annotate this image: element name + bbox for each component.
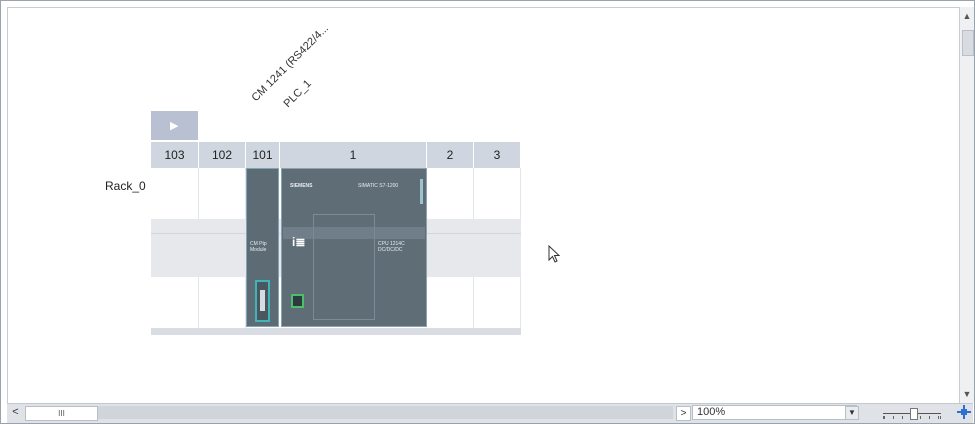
scroll-left-button[interactable]: <: [9, 406, 22, 419]
ethernet-port-icon: [291, 294, 304, 308]
io-logo-icon: i≣: [292, 235, 306, 249]
scroll-right-button[interactable]: >: [676, 406, 691, 421]
scroll-down-icon[interactable]: ▼: [962, 389, 972, 399]
slot-header-101[interactable]: 101: [246, 142, 280, 168]
zoom-slider[interactable]: [875, 407, 945, 420]
slot-header-3[interactable]: 3: [474, 142, 521, 168]
status-bar: < III > 100% ▼: [7, 403, 973, 423]
vertical-scrollbar[interactable]: ▲ ▼: [959, 7, 974, 403]
slot-header-1[interactable]: 1: [280, 142, 427, 168]
slot-header-102[interactable]: 102: [199, 142, 246, 168]
scroll-up-icon[interactable]: ▲: [962, 11, 972, 21]
rack-name[interactable]: Rack_0: [105, 179, 146, 193]
plc-1-cpu-module[interactable]: SIEMENS SIMATIC S7-1200 i≣ CPU 1214C DC/…: [281, 168, 427, 327]
cpu-type-text: CPU 1214C DC/DC/DC: [378, 241, 405, 253]
rack-bottom-strip: [151, 328, 521, 335]
slot-header-103[interactable]: 103: [151, 142, 199, 168]
arrow-cursor-icon: [548, 245, 560, 263]
expand-arrow-icon: ▶: [170, 120, 179, 132]
zoom-slider-knob[interactable]: [910, 408, 918, 420]
horizontal-scroll-thumb[interactable]: III: [25, 406, 98, 421]
zoom-select[interactable]: 100%: [692, 405, 857, 420]
serial-port-icon: [255, 280, 270, 322]
cpu-brand: SIEMENS: [290, 183, 313, 189]
cpu-indicator: [420, 179, 423, 204]
expand-rack-button[interactable]: ▶: [151, 111, 198, 140]
cm-module-text: CM Ptp Module: [250, 241, 267, 253]
cpu-model-line: SIMATIC S7-1200: [358, 183, 399, 189]
slot-header-2[interactable]: 2: [427, 142, 474, 168]
cpu-front-window: [313, 214, 375, 320]
cm-1241-module[interactable]: CM Ptp Module: [246, 168, 279, 327]
fit-to-view-icon[interactable]: [957, 405, 971, 419]
horizontal-scroll-track[interactable]: [98, 406, 673, 419]
vertical-scroll-thumb[interactable]: [962, 30, 974, 56]
zoom-dropdown-icon[interactable]: ▼: [845, 406, 859, 420]
